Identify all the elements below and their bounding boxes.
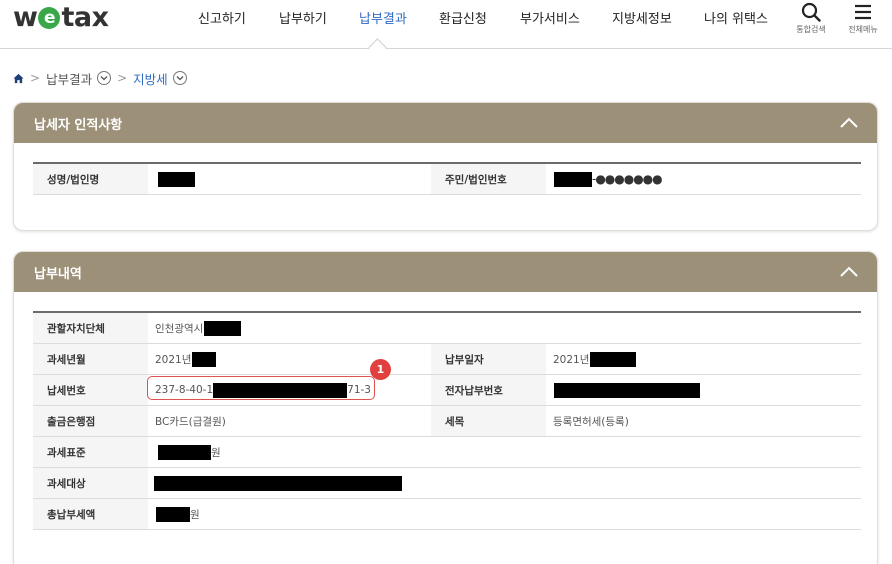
redaction-block [156, 506, 190, 522]
redaction-block [554, 382, 700, 398]
table-row: 과세표준 원 [33, 437, 861, 468]
tax-object-label: 과세대상 [33, 468, 148, 498]
breadcrumb-level2[interactable]: 지방세 [133, 69, 168, 88]
taxpayer-panel-title: 납세자 인적사항 [34, 117, 123, 133]
breadcrumb-separator-icon: > [117, 71, 128, 85]
name-label: 성명/법인명 [33, 164, 148, 194]
table-row: 과세대상 [33, 468, 861, 499]
local-gov-value: 인천광역시 [148, 313, 861, 343]
bank-value: BC카드(급결원) [155, 415, 226, 428]
search-icon [801, 2, 821, 22]
tax-item-value: 등록면허세(등록) [553, 415, 629, 428]
breadcrumb-separator-icon: > [30, 71, 41, 85]
tax-year-month-label: 과세년월 [33, 344, 148, 374]
nav-item-local-tax-info[interactable]: 지방세정보 [612, 8, 672, 27]
bank-label: 출금은행점 [33, 406, 148, 436]
breadcrumb: > 납부결과 > 지방세 [13, 69, 187, 87]
payment-panel-title: 납부내역 [34, 266, 82, 282]
table-row: 과세년월 2021년 납부일자 2021년 [33, 344, 861, 375]
payment-details-panel: 납부내역 관할자치단체 인천광역시 과세년월 2021년 납부일자 2021년 [13, 251, 878, 564]
search-label: 통합검색 [796, 25, 826, 34]
masked-digits: -●●●●●●● [592, 172, 663, 186]
home-icon[interactable] [13, 73, 24, 84]
redaction-block [590, 351, 637, 367]
taxpayer-info-panel: 납세자 인적사항 성명/법인명 주민/법인번호 -●●●●●●● [13, 102, 878, 231]
all-menu-label: 전체메뉴 [848, 25, 878, 34]
active-nav-caret [368, 38, 387, 57]
redaction-block [192, 351, 217, 367]
top-header: w e tax 신고하기 납부하기 납부결과 환급신청 부가서비스 지방세정보 나의… [0, 0, 892, 57]
logo-text-tax: tax [61, 1, 109, 33]
wetax-logo[interactable]: w e tax [13, 1, 109, 33]
resident-number-value: -●●●●●●● [546, 164, 861, 194]
collapse-chevron-up-icon[interactable] [839, 264, 859, 280]
payment-date-text: 2021년 [553, 353, 590, 366]
redaction-block [158, 444, 211, 460]
e-payment-number-label: 전자납부번호 [431, 375, 546, 405]
taxpayer-table: 성명/법인명 주민/법인번호 -●●●●●●● [33, 162, 861, 195]
all-menu-tool[interactable]: 전체메뉴 [843, 2, 883, 35]
tax-number-highlight-box [147, 376, 375, 400]
breadcrumb-level1[interactable]: 납부결과 [46, 69, 92, 88]
chevron-down-icon[interactable] [172, 71, 187, 85]
local-gov-text: 인천광역시 [155, 322, 204, 335]
total-tax-label: 총납부세액 [33, 499, 148, 529]
payment-panel-header: 납부내역 [14, 252, 877, 292]
nav-item-pay[interactable]: 납부하기 [279, 8, 327, 27]
tax-object-value [148, 468, 861, 498]
nav-item-my-wetax[interactable]: 나의 위택스 [704, 8, 768, 27]
hamburger-menu-icon [855, 4, 871, 20]
tax-item-label: 세목 [431, 406, 546, 436]
taxpayer-panel-header: 납세자 인적사항 [14, 103, 877, 143]
won-unit: 원 [190, 508, 200, 521]
e-payment-number-value [546, 375, 861, 405]
redaction-block [158, 171, 195, 187]
won-unit: 원 [211, 446, 221, 459]
redaction-block [554, 171, 592, 187]
tax-number-label: 납세번호 [33, 375, 148, 405]
payment-table: 관할자치단체 인천광역시 과세년월 2021년 납부일자 2021년 납세번호 … [33, 311, 861, 530]
table-row: 출금은행점 BC카드(급결원) 세목 등록면허세(등록) [33, 406, 861, 437]
tax-year-month-text: 2021년 [155, 353, 192, 366]
redaction-block [204, 320, 242, 336]
redaction-block [154, 475, 402, 491]
nav-item-extra-services[interactable]: 부가서비스 [520, 8, 580, 27]
annotation-badge: 1 [370, 359, 391, 380]
tax-base-label: 과세표준 [33, 437, 148, 467]
nav-item-file-return[interactable]: 신고하기 [198, 8, 246, 27]
logo-e-circle: e [38, 7, 61, 29]
tax-base-value: 원 [148, 437, 861, 467]
table-row: 총납부세액 원 [33, 499, 861, 530]
chevron-down-icon[interactable] [97, 71, 112, 85]
payment-date-label: 납부일자 [431, 344, 546, 374]
name-value [148, 164, 431, 194]
table-row: 관할자치단체 인천광역시 [33, 313, 861, 344]
nav-item-refund[interactable]: 환급신청 [439, 8, 487, 27]
local-gov-label: 관할자치단체 [33, 313, 148, 343]
payment-date-value: 2021년 [546, 344, 861, 374]
table-row: 성명/법인명 주민/법인번호 -●●●●●●● [33, 164, 861, 195]
nav-item-payment-result[interactable]: 납부결과 [359, 8, 407, 27]
search-tool[interactable]: 통합검색 [791, 2, 831, 35]
logo-text-w: w [13, 1, 38, 33]
resident-number-label: 주민/법인번호 [431, 164, 546, 194]
collapse-chevron-up-icon[interactable] [839, 115, 859, 131]
total-tax-value: 원 [148, 499, 861, 529]
